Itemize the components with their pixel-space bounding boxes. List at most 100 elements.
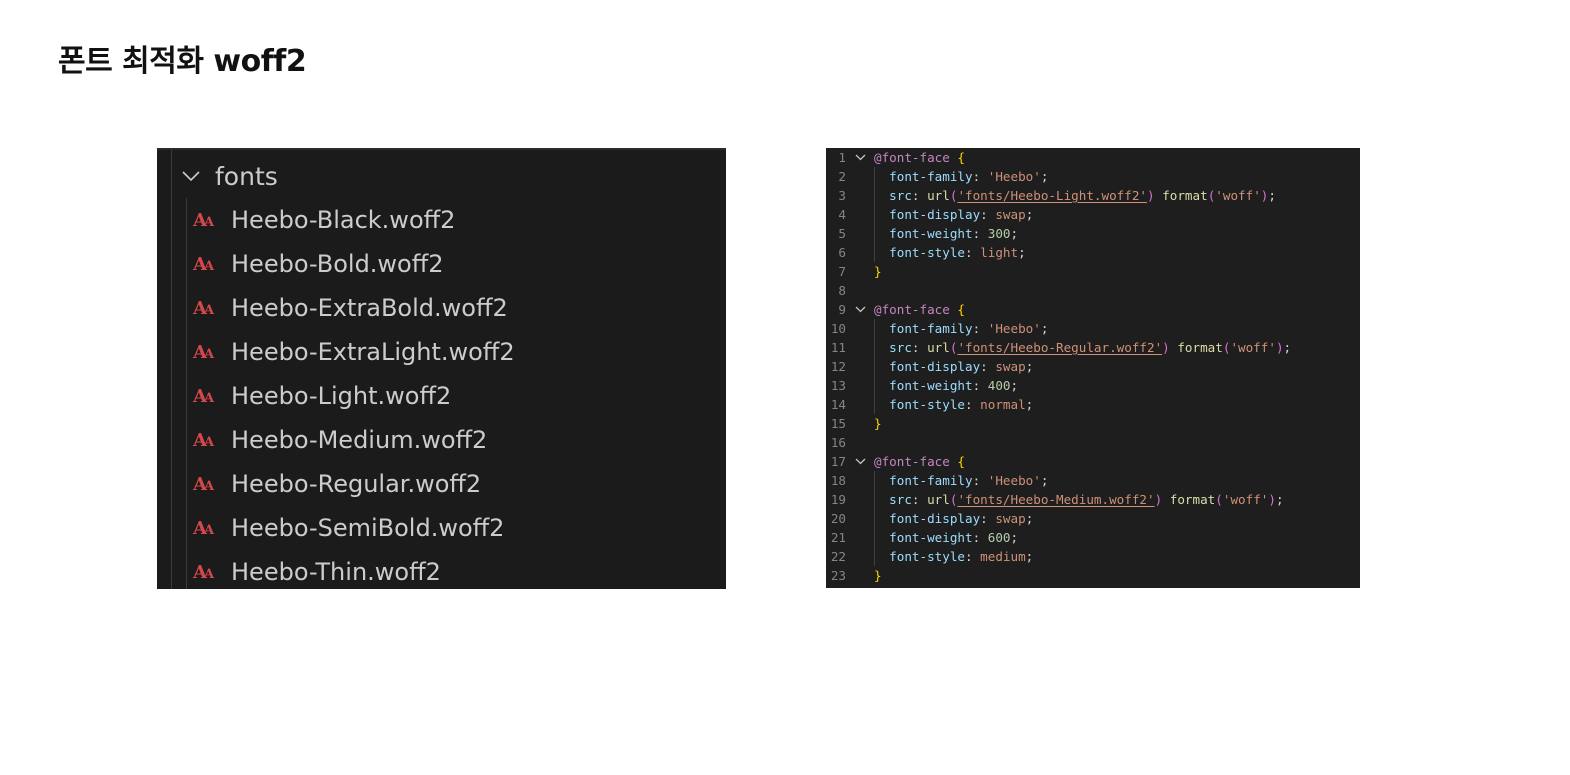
code-token-num: 600 — [987, 530, 1011, 545]
file-item[interactable]: AA Heebo-Regular.woff2 — [193, 462, 515, 506]
file-explorer-panel: fonts AA Heebo-Black.woff2 AA Heebo-Bold.wo… — [157, 148, 726, 589]
code-editor[interactable]: 1 @font-face {2 font-family: 'Heebo'; 3 sr… — [826, 148, 1360, 588]
code-token-fn: url — [927, 340, 950, 355]
code-line: 3 src: url('fonts/Heebo-Light.woff2') fo… — [826, 186, 1360, 205]
code-text: @font-face { — [874, 148, 965, 167]
file-item[interactable]: AA Heebo-Medium.woff2 — [193, 418, 515, 462]
file-name: Heebo-Regular.woff2 — [231, 470, 482, 498]
code-token-punc: ; — [1275, 492, 1284, 507]
code-token-punc: ; — [1040, 321, 1049, 336]
indent-guide — [874, 205, 875, 224]
indent-guide — [874, 167, 875, 186]
line-number: 22 — [830, 549, 846, 564]
font-file-icon: AA — [193, 209, 214, 231]
code-text: font-weight: 300; — [874, 224, 1018, 243]
font-file-icon: AA — [193, 341, 214, 363]
file-item[interactable]: AA Heebo-ExtraLight.woff2 — [193, 330, 515, 374]
font-file-icon: AA — [193, 517, 214, 539]
fold-chevron-icon[interactable] — [846, 152, 874, 163]
indent-guide — [874, 395, 875, 414]
file-item[interactable]: AA Heebo-SemiBold.woff2 — [193, 506, 515, 550]
file-item[interactable]: AA Heebo-Light.woff2 — [193, 374, 515, 418]
code-token-punc: : — [972, 473, 988, 488]
line-number: 18 — [830, 473, 846, 488]
file-item[interactable]: AA Heebo-ExtraBold.woff2 — [193, 286, 515, 330]
code-token-punc: ; — [1010, 530, 1019, 545]
file-item[interactable]: AA Heebo-Bold.woff2 — [193, 242, 515, 286]
fold-chevron-icon[interactable] — [846, 456, 874, 467]
code-token-punc: : — [911, 188, 928, 203]
indent-guide — [874, 509, 875, 528]
code-token-paren: ) — [1162, 340, 1170, 355]
code-token-punc: : — [980, 207, 996, 222]
code-token-prop: font-weight — [889, 530, 973, 545]
code-token-at: @font-face — [874, 454, 950, 469]
code-token-val: swap — [995, 511, 1026, 526]
code-token-punc: ; — [1010, 378, 1019, 393]
code-token-num: 400 — [987, 378, 1011, 393]
code-text: font-style: light; — [874, 243, 1026, 262]
indent-guide — [874, 338, 875, 357]
code-token-prop: font-style — [889, 397, 965, 412]
line-number: 14 — [830, 397, 846, 412]
font-file-icon: AA — [193, 561, 214, 583]
code-line: 16 — [826, 433, 1360, 452]
code-token-punc: : — [965, 549, 981, 564]
font-file-icon: AA — [193, 473, 214, 495]
code-text: font-weight: 600; — [874, 528, 1018, 547]
code-line: 20 font-display: swap; — [826, 509, 1360, 528]
code-token-prop: font-weight — [889, 378, 973, 393]
code-token-punc: ; — [1025, 549, 1034, 564]
line-number: 20 — [830, 511, 846, 526]
line-number: 13 — [830, 378, 846, 393]
chevron-down-icon[interactable] — [181, 166, 201, 186]
line-number: 8 — [838, 283, 846, 298]
line-number: 2 — [838, 169, 846, 184]
code-text: } — [874, 262, 882, 281]
code-token-punc: ; — [1040, 473, 1049, 488]
indent-guide — [874, 357, 875, 376]
line-number: 3 — [838, 188, 846, 203]
file-item[interactable]: AA Heebo-Thin.woff2 — [193, 550, 515, 589]
code-text: font-family: 'Heebo'; — [874, 319, 1048, 338]
code-token-str: 'woff' — [1230, 340, 1276, 355]
code-token-brace: { — [957, 454, 966, 469]
code-line: 1 @font-face { — [826, 148, 1360, 167]
code-text: font-style: normal; — [874, 395, 1033, 414]
code-token-fn: url — [927, 492, 950, 507]
file-name: Heebo-ExtraLight.woff2 — [231, 338, 515, 366]
folder-label: fonts — [215, 161, 278, 191]
code-token-punc: ; — [1268, 188, 1276, 203]
code-token-paren: ( — [1215, 492, 1223, 507]
fold-chevron-icon[interactable] — [846, 304, 874, 315]
folder-fonts[interactable]: fonts — [181, 158, 278, 194]
code-text: font-style: medium; — [874, 547, 1033, 566]
code-token-prop: font-family — [889, 473, 973, 488]
indent-guide — [874, 243, 875, 262]
code-text: font-display: swap; — [874, 205, 1033, 224]
code-token-prop: src — [889, 492, 912, 507]
code-token-punc: ; — [1025, 359, 1034, 374]
code-line: 13 font-weight: 400; — [826, 376, 1360, 395]
file-item[interactable]: AA Heebo-Black.woff2 — [193, 198, 515, 242]
line-number: 5 — [838, 226, 846, 241]
code-token-val: swap — [995, 207, 1026, 222]
code-token-prop: font-family — [889, 321, 973, 336]
code-text: src: url('fonts/Heebo-Regular.woff2') fo… — [874, 338, 1291, 357]
file-name: Heebo-Light.woff2 — [231, 382, 452, 410]
code-line: 9 @font-face { — [826, 300, 1360, 319]
code-token-punc: ; — [1283, 340, 1292, 355]
code-token-prop: font-style — [889, 549, 965, 564]
code-line: 17 @font-face { — [826, 452, 1360, 471]
code-token-punc: ; — [1025, 511, 1034, 526]
line-number: 10 — [830, 321, 846, 336]
code-token-prop: src — [889, 188, 912, 203]
code-line: 5 font-weight: 300; — [826, 224, 1360, 243]
code-token-punc: ; — [1010, 226, 1019, 241]
code-text: src: url('fonts/Heebo-Light.woff2') form… — [874, 186, 1276, 205]
code-token-prop: font-weight — [889, 226, 973, 241]
code-token-str: 'Heebo' — [987, 169, 1041, 184]
code-line: 15} — [826, 414, 1360, 433]
file-name: Heebo-ExtraBold.woff2 — [231, 294, 508, 322]
code-token-punc: : — [965, 397, 981, 412]
